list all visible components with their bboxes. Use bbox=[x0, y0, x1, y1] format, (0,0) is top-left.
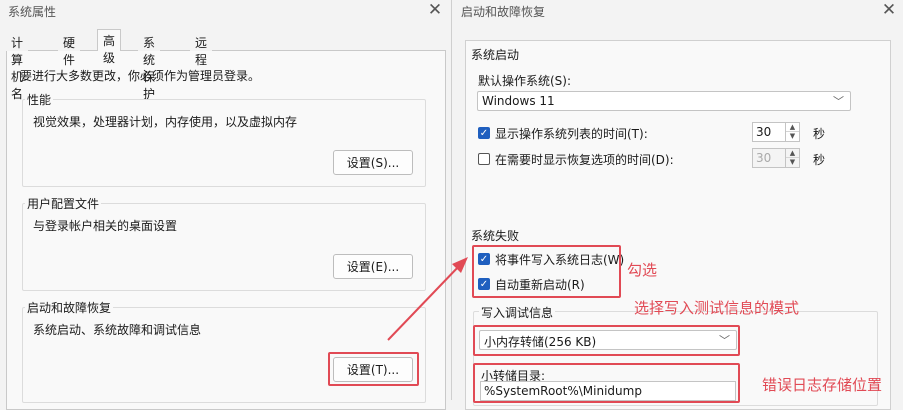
annotation-arrow bbox=[387, 257, 468, 341]
tab-advanced[interactable]: 高级 bbox=[97, 29, 122, 65]
